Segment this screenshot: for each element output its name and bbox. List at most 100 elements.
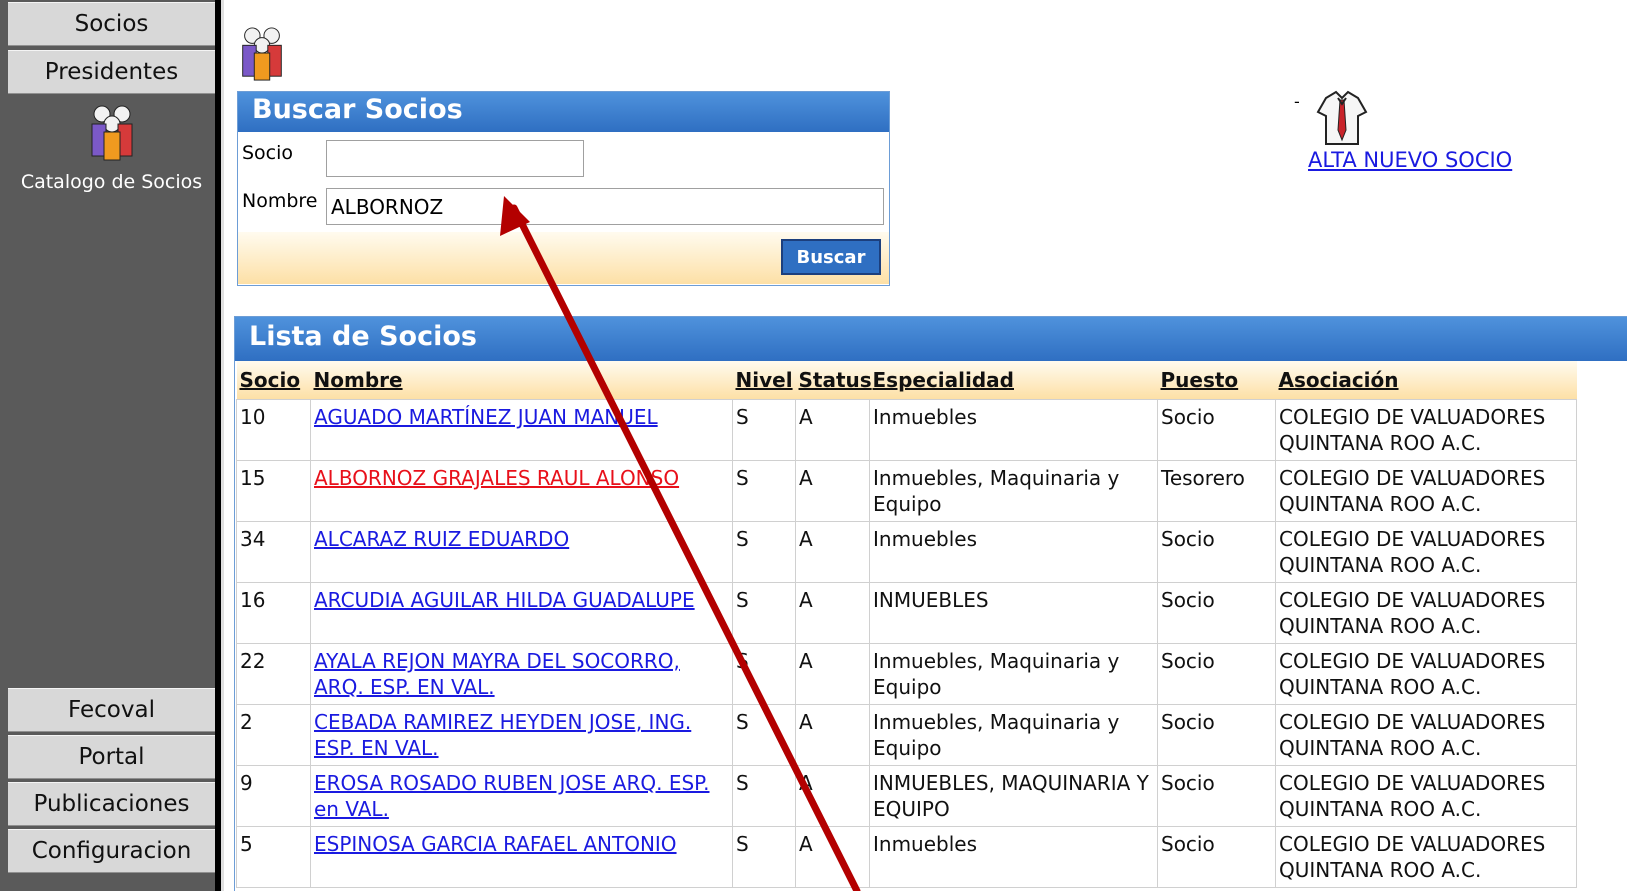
nombre-input[interactable] (326, 188, 884, 225)
cell-nivel: S (732, 826, 796, 888)
member-name-link[interactable]: AGUADO MARTÍNEZ JUAN MANUEL (314, 405, 658, 429)
sidebar-divider-light (221, 0, 224, 891)
cell-socio: 10 (236, 399, 311, 461)
buscar-button[interactable]: Buscar (781, 239, 881, 275)
people-group-icon (91, 105, 132, 161)
member-name-link[interactable]: ALBORNOZ GRAJALES RAUL ALONSO (314, 466, 679, 490)
sidebar-item-presidentes[interactable]: Presidentes (8, 50, 215, 94)
col-header-especialidad[interactable]: Especialidad (869, 361, 1158, 400)
table-row: 9 EROSA ROSADO RUBEN JOSE ARQ. ESP. en VA… (236, 765, 1577, 827)
cell-socio: 34 (236, 521, 311, 583)
cell-socio: 5 (236, 826, 311, 888)
sidebar-item-label: Catalogo de Socios (20, 171, 203, 193)
member-name-link[interactable]: ARCUDIA AGUILAR HILDA GUADALUPE (314, 588, 695, 612)
cell-status: A (795, 460, 870, 522)
table-row: 10 AGUADO MARTÍNEZ JUAN MANUEL S A Inmuebles… (236, 399, 1577, 461)
member-name-link[interactable]: EROSA ROSADO RUBEN JOSE ARQ. ESP. en VAL… (314, 771, 709, 821)
alta-nuevo-socio-link[interactable]: ALTA NUEVO SOCIO (1308, 148, 1512, 172)
sidebar-item-publicaciones[interactable]: Publicaciones (8, 782, 215, 826)
member-name-link[interactable]: AYALA REJON MAYRA DEL SOCORRO, ARQ. ESP.… (314, 649, 680, 699)
member-name-link[interactable]: ESPINOSA GARCIA RAFAEL ANTONIO (314, 832, 677, 856)
cell-especialidad: INMUEBLES, MAQUINARIA Y EQUIPO (869, 765, 1158, 827)
cell-asociacion: COLEGIO DE VALUADORES QUINTANA ROO A.C. (1275, 399, 1577, 461)
sidebar: Socios Presidentes Catalogo de Socios Fe… (0, 0, 224, 891)
table-row: 34 ALCARAZ RUIZ EDUARDO S A Inmuebles Socio CO… (236, 521, 1577, 583)
socios-table: Socio Nombre Nivel Status Especialidad P… (236, 361, 1577, 888)
socio-label: Socio (242, 142, 294, 164)
cell-nombre[interactable]: EROSA ROSADO RUBEN JOSE ARQ. ESP. en VAL… (310, 765, 733, 827)
cell-nombre[interactable]: ARCUDIA AGUILAR HILDA GUADALUPE (310, 582, 733, 644)
cell-nombre[interactable]: AYALA REJON MAYRA DEL SOCORRO, ARQ. ESP.… (310, 643, 733, 705)
sidebar-item-socios[interactable]: Socios (8, 2, 215, 46)
search-panel: Buscar Socios Socio Nombre Buscar (237, 91, 890, 286)
col-header-nombre[interactable]: Nombre (310, 361, 733, 400)
cell-asociacion: COLEGIO DE VALUADORES QUINTANA ROO A.C. (1275, 582, 1577, 644)
cell-nivel: S (732, 643, 796, 705)
cell-asociacion: COLEGIO DE VALUADORES QUINTANA ROO A.C. (1275, 460, 1577, 522)
cell-socio: 22 (236, 643, 311, 705)
cell-puesto: Socio (1157, 582, 1276, 644)
cell-nivel: S (732, 399, 796, 461)
cell-puesto: Socio (1157, 765, 1276, 827)
list-panel: Lista de Socios Socio Nombre Nivel Statu… (234, 316, 1627, 891)
cell-asociacion: COLEGIO DE VALUADORES QUINTANA ROO A.C. (1275, 765, 1577, 827)
cell-nivel: S (732, 765, 796, 827)
cell-puesto: Tesorero (1157, 460, 1276, 522)
cell-especialidad: Inmuebles (869, 826, 1158, 888)
sidebar-item-portal[interactable]: Portal (8, 735, 215, 779)
cell-asociacion: COLEGIO DE VALUADORES QUINTANA ROO A.C. (1275, 643, 1577, 705)
cell-nivel: S (732, 704, 796, 766)
cell-status: A (795, 582, 870, 644)
table-row: 16 ARCUDIA AGUILAR HILDA GUADALUPE S A INMUE… (236, 582, 1577, 644)
table-row: 22 AYALA REJON MAYRA DEL SOCORRO, ARQ. ES… (236, 643, 1577, 705)
nombre-label: Nombre (242, 190, 318, 212)
cell-status: A (795, 704, 870, 766)
search-panel-title: Buscar Socios (238, 92, 889, 132)
cell-especialidad: INMUEBLES (869, 582, 1158, 644)
socio-row: Socio (238, 134, 889, 182)
cell-especialidad: Inmuebles, Maquinaria y Equipo (869, 643, 1158, 705)
col-header-asociacion[interactable]: Asociación (1275, 361, 1577, 400)
cell-nivel: S (732, 521, 796, 583)
col-header-nivel[interactable]: Nivel (732, 361, 796, 400)
cell-nombre[interactable]: CEBADA RAMIREZ HEYDEN JOSE, ING. ESP. EN… (310, 704, 733, 766)
search-panel-footer: Buscar (238, 232, 889, 284)
member-name-link[interactable]: CEBADA RAMIREZ HEYDEN JOSE, ING. ESP. EN… (314, 710, 691, 760)
people-group-icon (242, 27, 282, 81)
cell-nombre[interactable]: ALCARAZ RUIZ EDUARDO (310, 521, 733, 583)
table-header-row: Socio Nombre Nivel Status Especialidad P… (236, 361, 1577, 400)
table-row: 15 ALBORNOZ GRAJALES RAUL ALONSO S A Inmuebl… (236, 460, 1577, 522)
cell-puesto: Socio (1157, 826, 1276, 888)
col-header-socio[interactable]: Socio (236, 361, 311, 400)
cell-nombre[interactable]: AGUADO MARTÍNEZ JUAN MANUEL (310, 399, 733, 461)
cell-especialidad: Inmuebles, Maquinaria y Equipo (869, 704, 1158, 766)
cell-especialidad: Inmuebles (869, 399, 1158, 461)
cell-asociacion: COLEGIO DE VALUADORES QUINTANA ROO A.C. (1275, 826, 1577, 888)
sidebar-item-catalogo-de-socios[interactable]: Catalogo de Socios (8, 104, 215, 193)
cell-puesto: Socio (1157, 399, 1276, 461)
cell-puesto: Socio (1157, 643, 1276, 705)
list-panel-title: Lista de Socios (235, 317, 1627, 361)
member-name-link[interactable]: ALCARAZ RUIZ EDUARDO (314, 527, 569, 551)
alta-dash: - (1294, 92, 1300, 111)
col-header-status[interactable]: Status (795, 361, 872, 400)
alta-nuevo-socio[interactable]: - ALTA NUEVO SOCIO (1294, 90, 1512, 172)
cell-status: A (795, 521, 870, 583)
cell-status: A (795, 399, 870, 461)
socio-input[interactable] (326, 140, 584, 177)
sidebar-item-configuracion[interactable]: Configuracion (8, 829, 215, 873)
nombre-row: Nombre (238, 182, 889, 230)
cell-socio: 2 (236, 704, 311, 766)
cell-nivel: S (732, 582, 796, 644)
cell-socio: 16 (236, 582, 311, 644)
cell-nivel: S (732, 460, 796, 522)
cell-status: A (795, 826, 870, 888)
col-header-puesto[interactable]: Puesto (1157, 361, 1276, 400)
cell-nombre[interactable]: ALBORNOZ GRAJALES RAUL ALONSO (310, 460, 733, 522)
table-row: 5 ESPINOSA GARCIA RAFAEL ANTONIO S A Inmuebl… (236, 826, 1577, 888)
cell-puesto: Socio (1157, 704, 1276, 766)
sidebar-item-fecoval[interactable]: Fecoval (8, 688, 215, 732)
table-row: 2 CEBADA RAMIREZ HEYDEN JOSE, ING. ESP. E… (236, 704, 1577, 766)
cell-especialidad: Inmuebles, Maquinaria y Equipo (869, 460, 1158, 522)
cell-nombre[interactable]: ESPINOSA GARCIA RAFAEL ANTONIO (310, 826, 733, 888)
